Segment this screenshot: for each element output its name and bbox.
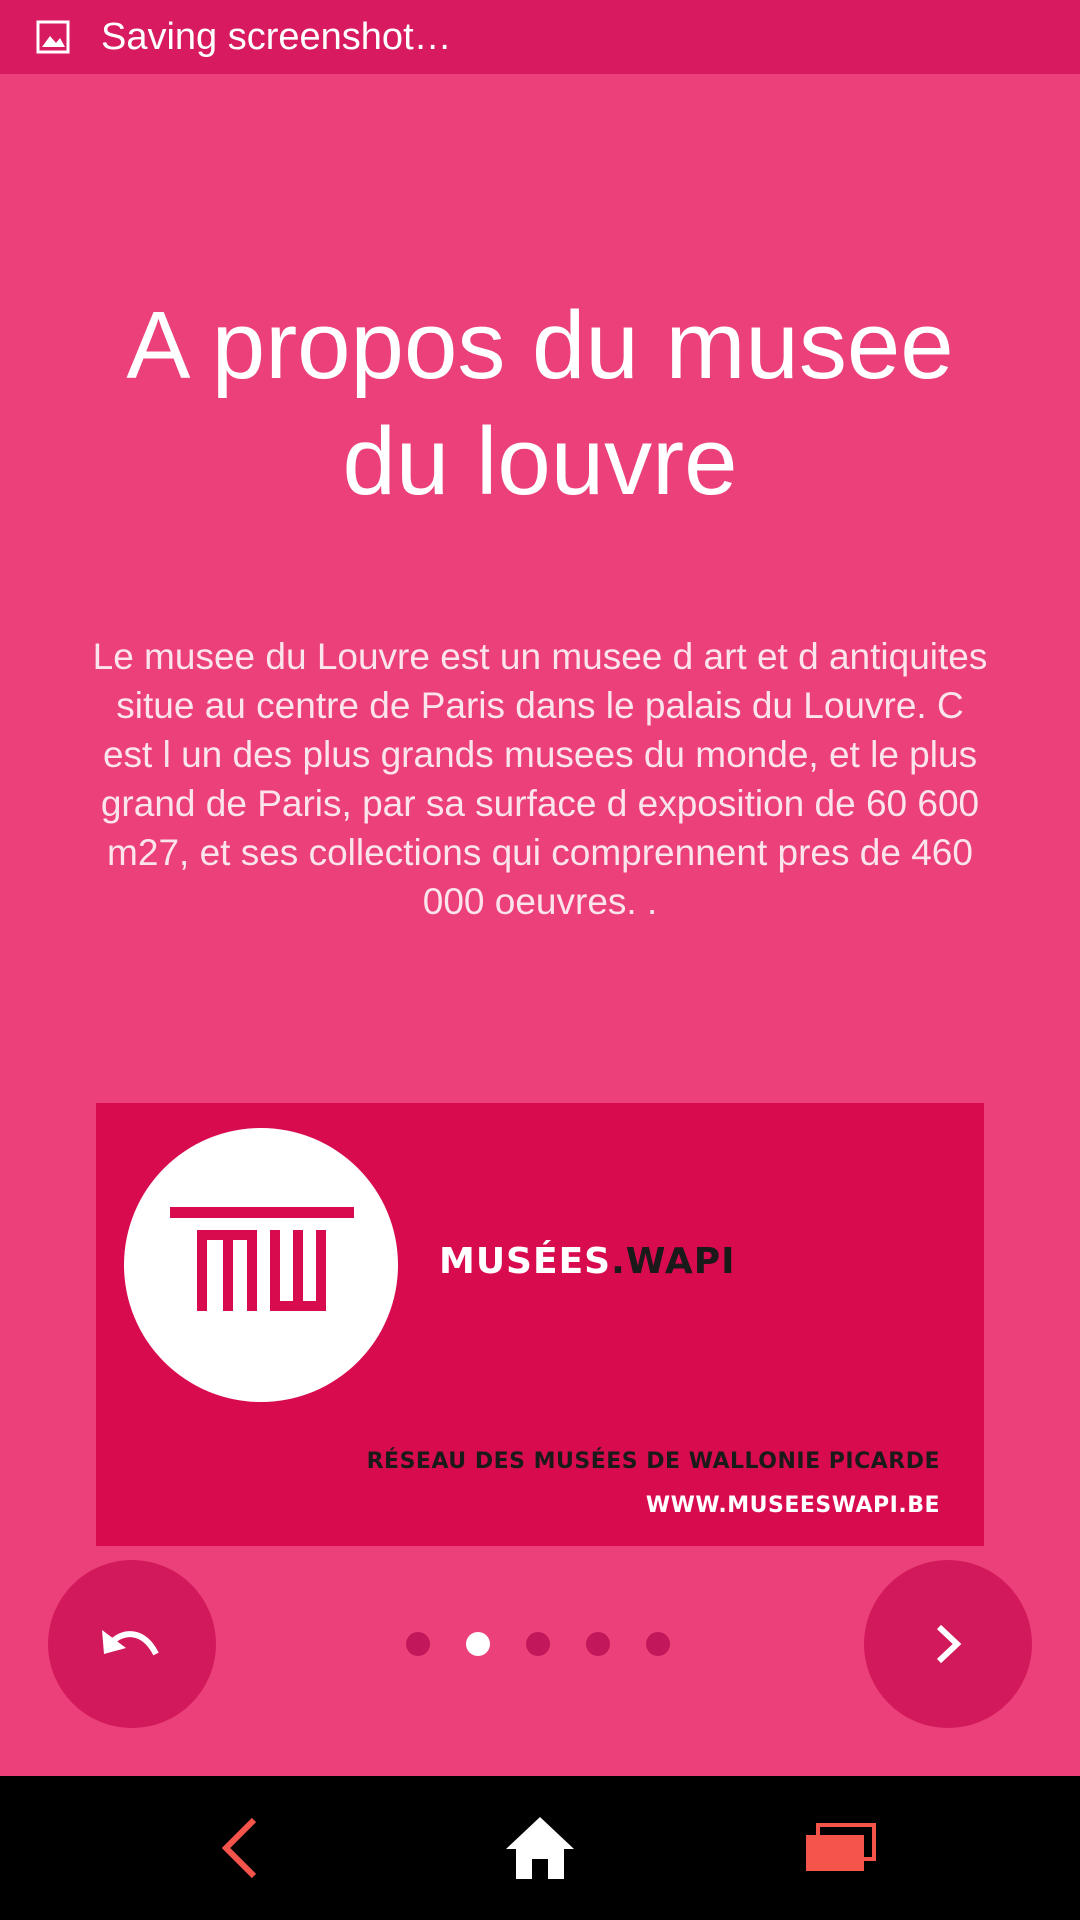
back-icon — [221, 1817, 257, 1879]
museum-logo — [124, 1128, 398, 1402]
recents-icon — [806, 1823, 876, 1871]
brand-suffix: .WAPI — [611, 1241, 736, 1282]
status-bar: Saving screenshot… — [0, 0, 1080, 74]
nav-back-button[interactable] — [140, 1776, 340, 1920]
page-dot — [406, 1632, 430, 1656]
image-icon — [36, 20, 70, 54]
page-dot — [586, 1632, 610, 1656]
brand-name: MUSÉES.WAPI — [439, 1241, 736, 1282]
page-dot — [646, 1632, 670, 1656]
chevron-right-icon — [936, 1624, 962, 1664]
page-dot-active — [466, 1632, 490, 1656]
nav-recents-button[interactable] — [740, 1776, 940, 1920]
museum-logo-icon — [170, 1207, 354, 1311]
brand-prefix: MUSÉES — [439, 1241, 612, 1282]
page-description: Le musee du Louvre est un musee d art et… — [92, 636, 988, 922]
page-dot — [526, 1632, 550, 1656]
museum-banner-image: MUSÉES.WAPI RÉSEAU DES MUSÉES DE WALLONI… — [96, 1103, 984, 1546]
next-button[interactable] — [864, 1560, 1032, 1728]
network-text: RÉSEAU DES MUSÉES DE WALLONIE PICARDE — [366, 1449, 940, 1474]
website-text: WWW.MUSEESWAPI.BE — [645, 1493, 940, 1518]
navigation-bar — [0, 1776, 1080, 1920]
previous-button[interactable] — [48, 1560, 216, 1728]
nav-home-button[interactable] — [440, 1776, 640, 1920]
notification-text: Saving screenshot… — [101, 16, 452, 58]
page-indicator — [396, 1630, 684, 1658]
page-title: A propos du musee du louvre — [126, 292, 954, 515]
home-icon — [506, 1817, 574, 1879]
undo-arrow-icon — [102, 1630, 159, 1656]
